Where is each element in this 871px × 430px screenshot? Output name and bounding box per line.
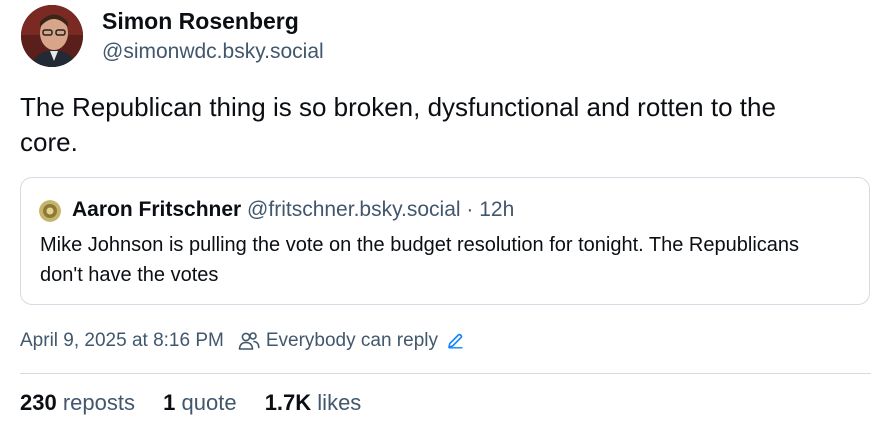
likes-label: likes xyxy=(317,390,362,415)
avatar-image xyxy=(21,5,83,67)
post-stats: 230 reposts 1 quote 1.7K likes xyxy=(20,390,383,416)
people-icon xyxy=(238,331,260,351)
quotes-count: 1 xyxy=(163,390,176,415)
author-name[interactable]: Simon Rosenberg xyxy=(102,8,299,35)
author-avatar[interactable] xyxy=(21,5,83,67)
reply-setting[interactable]: Everybody can reply xyxy=(266,330,438,352)
quote-avatar-image xyxy=(39,200,61,222)
divider xyxy=(20,373,871,374)
quote-time[interactable]: 12h xyxy=(479,198,514,221)
likes-count: 1.7K xyxy=(264,390,312,415)
quote-author-avatar[interactable] xyxy=(39,200,61,222)
post-text: The Republican thing is so broken, dysfu… xyxy=(20,92,776,157)
quote-author-name[interactable]: Aaron Fritschner xyxy=(72,198,241,221)
quote-separator: · xyxy=(466,198,474,221)
quoted-post-card[interactable]: Aaron Fritschner @fritschner.bsky.social… xyxy=(20,177,870,305)
reposts-count: 230 xyxy=(20,390,57,415)
quote-text: Mike Johnson is pulling the vote on the … xyxy=(40,234,800,286)
quote-header: Aaron Fritschner @fritschner.bsky.social… xyxy=(72,198,514,222)
quote-author-handle[interactable]: @fritschner.bsky.social xyxy=(247,198,461,221)
likes-stat[interactable]: 1.7K likes xyxy=(265,390,362,415)
author-handle[interactable]: @simonwdc.bsky.social xyxy=(102,40,324,64)
reposts-label: reposts xyxy=(62,390,135,415)
post-timestamp: April 9, 2025 at 8:16 PM xyxy=(20,330,224,351)
reposts-stat[interactable]: 230 reposts xyxy=(20,390,141,415)
post-meta: April 9, 2025 at 8:16 PM Everybody can r… xyxy=(20,330,464,352)
pencil-icon[interactable] xyxy=(446,332,464,350)
quotes-stat[interactable]: 1 quote xyxy=(163,390,243,415)
quotes-label: quote xyxy=(181,390,237,415)
